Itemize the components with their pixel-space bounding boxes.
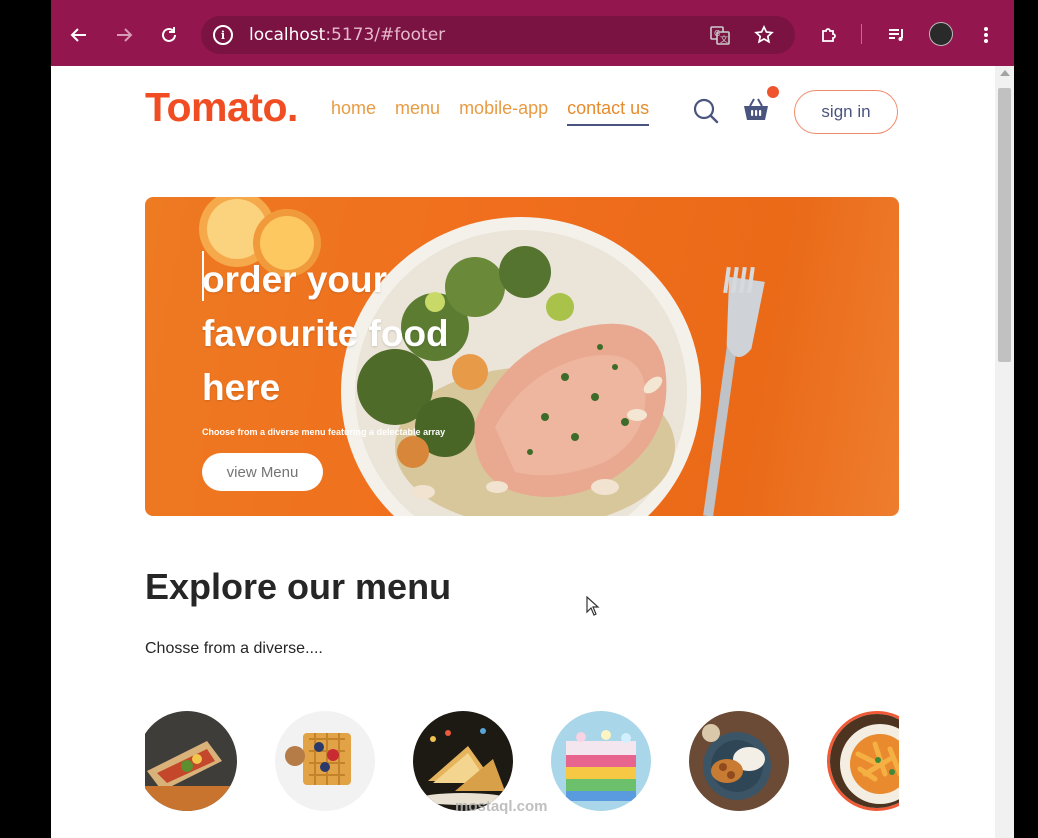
profile-avatar[interactable] bbox=[929, 22, 953, 46]
extensions-puzzle-icon[interactable] bbox=[816, 22, 842, 48]
hero-subtitle: Choose from a diverse menu featuring a d… bbox=[202, 427, 446, 437]
translate-icon[interactable]: G文 bbox=[709, 16, 731, 54]
view-menu-button[interactable]: view Menu bbox=[202, 453, 323, 491]
reload-icon[interactable] bbox=[156, 22, 182, 48]
scrollbar-thumb[interactable] bbox=[998, 88, 1011, 362]
address-bar[interactable]: i localhost:5173/#footer G文 bbox=[201, 16, 795, 54]
watermark-text: mostaql.com bbox=[455, 798, 548, 815]
pasta-photo-icon bbox=[830, 714, 899, 808]
nav-link-home[interactable]: home bbox=[331, 98, 376, 126]
browser-window: i localhost:5173/#footer G文 Tomato. home bbox=[51, 0, 1014, 838]
mouse-cursor-icon bbox=[586, 595, 600, 620]
page-scrollbar[interactable] bbox=[995, 66, 1014, 838]
nav-link-mobile-app[interactable]: mobile-app bbox=[459, 98, 548, 126]
menu-item-pure-veg[interactable] bbox=[689, 711, 789, 811]
explore-menu-title: Explore our menu bbox=[145, 566, 452, 607]
nav-link-menu[interactable]: menu bbox=[395, 98, 440, 126]
scroll-up-arrow-icon[interactable] bbox=[1000, 70, 1010, 76]
search-icon[interactable] bbox=[692, 97, 720, 129]
sandwich-photo-icon bbox=[413, 711, 513, 811]
address-url[interactable]: localhost:5173/#footer bbox=[249, 25, 445, 45]
nav-link-contact-us[interactable]: contact us bbox=[567, 98, 650, 126]
pure-veg-photo-icon bbox=[689, 711, 789, 811]
hero-banner: order your favourite food here Choose fr… bbox=[145, 197, 899, 516]
toolbar-separator bbox=[861, 24, 862, 44]
media-control-icon[interactable] bbox=[884, 22, 910, 48]
menu-item-sandwich[interactable] bbox=[413, 711, 513, 811]
browser-toolbar: i localhost:5173/#footer G文 bbox=[51, 0, 1014, 66]
hero-title: order your favourite food here bbox=[202, 259, 449, 408]
basket-icon[interactable] bbox=[741, 94, 771, 128]
site-logo[interactable]: Tomato. bbox=[145, 84, 298, 131]
back-arrow-icon[interactable] bbox=[66, 22, 92, 48]
menu-item-cake[interactable] bbox=[551, 711, 651, 811]
site-info-icon[interactable]: i bbox=[213, 25, 233, 45]
bookmark-star-icon[interactable] bbox=[754, 16, 774, 54]
dessert-waffle-photo-icon bbox=[275, 711, 375, 811]
cake-photo-icon bbox=[551, 711, 651, 811]
more-menu-icon[interactable] bbox=[973, 22, 999, 48]
url-path: :5173/#footer bbox=[325, 25, 446, 45]
sign-in-button[interactable]: sign in bbox=[794, 90, 898, 134]
navbar-menu: home menu mobile-app contact us bbox=[331, 98, 650, 126]
explore-menu-subtitle: Chosse from a diverse.... bbox=[145, 640, 323, 657]
menu-item-rolls[interactable] bbox=[145, 711, 237, 811]
menu-item-pasta[interactable] bbox=[827, 711, 899, 811]
menu-item-deserts[interactable] bbox=[275, 711, 375, 811]
svg-text:文: 文 bbox=[720, 34, 728, 44]
url-host: localhost bbox=[249, 25, 326, 45]
forward-arrow-icon[interactable] bbox=[111, 22, 137, 48]
cart-badge-dot bbox=[767, 86, 779, 98]
rolls-photo-icon bbox=[145, 711, 237, 811]
page-viewport: Tomato. home menu mobile-app contact us … bbox=[51, 66, 995, 838]
